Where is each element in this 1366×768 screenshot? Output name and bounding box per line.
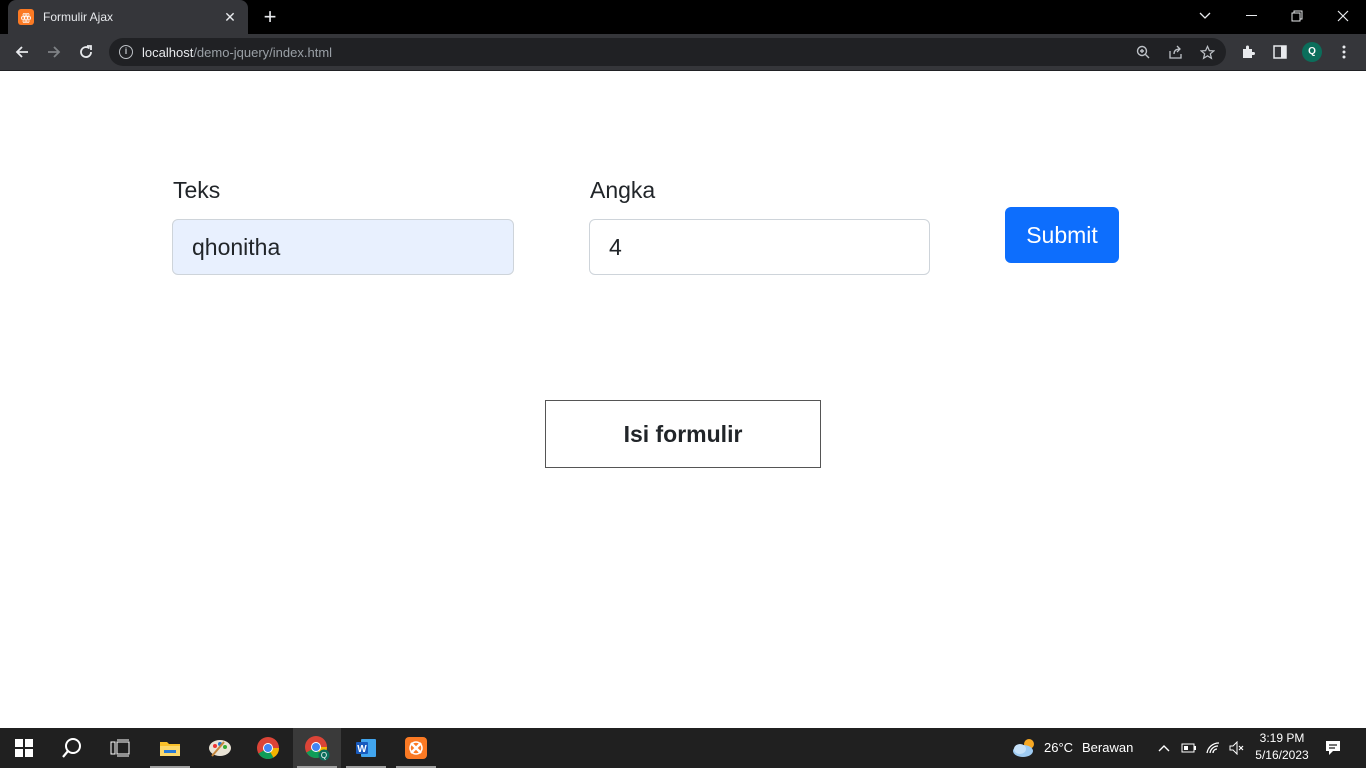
site-info-icon[interactable]: i bbox=[119, 45, 133, 59]
weather-description[interactable]: Berawan bbox=[1082, 740, 1133, 755]
menu-kebab-icon[interactable] bbox=[1334, 42, 1354, 62]
chrome-profile-icon[interactable]: Q bbox=[293, 728, 341, 768]
svg-text:W: W bbox=[357, 744, 367, 755]
tab-title: Formulir Ajax bbox=[43, 10, 114, 24]
search-icon[interactable] bbox=[48, 728, 96, 768]
close-tab-icon[interactable]: ✕ bbox=[222, 9, 238, 26]
minimize-button[interactable] bbox=[1228, 0, 1274, 32]
restore-button[interactable] bbox=[1274, 0, 1320, 32]
new-tab-button[interactable]: + bbox=[258, 6, 282, 28]
tab-search-icon[interactable] bbox=[1182, 0, 1228, 32]
bookmark-star-icon[interactable] bbox=[1199, 44, 1215, 60]
reload-button[interactable] bbox=[72, 38, 100, 66]
paint-icon[interactable] bbox=[196, 728, 244, 768]
xampp-icon: ꙮ bbox=[18, 9, 34, 25]
address-bar[interactable]: i localhost/demo-jquery/index.html bbox=[109, 38, 1226, 66]
volume-muted-icon[interactable] bbox=[1226, 728, 1248, 768]
svg-text:Q: Q bbox=[321, 751, 327, 760]
notification-icon[interactable] bbox=[1318, 728, 1348, 768]
number-input[interactable]: 4 bbox=[589, 219, 930, 275]
clock-date: 5/16/2023 bbox=[1255, 748, 1309, 762]
xampp-taskbar-icon[interactable] bbox=[392, 728, 440, 768]
clock-time: 3:19 PM bbox=[1259, 731, 1305, 745]
submit-button[interactable]: Submit bbox=[1005, 207, 1119, 263]
extensions-icon[interactable] bbox=[1238, 42, 1258, 62]
windows-taskbar: Q W 26°C Berawan 3:19 PM 5/16/2023 bbox=[0, 728, 1366, 768]
chrome-icon[interactable] bbox=[244, 728, 292, 768]
word-icon[interactable]: W bbox=[342, 728, 390, 768]
browser-tab-strip: ꙮ Formulir Ajax ✕ + bbox=[0, 0, 1366, 34]
profile-avatar[interactable]: Q bbox=[1302, 42, 1322, 62]
text-input[interactable]: qhonitha bbox=[172, 219, 514, 275]
url-path: /demo-jquery/index.html bbox=[193, 44, 333, 60]
browser-toolbar: i localhost/demo-jquery/index.html Q bbox=[0, 34, 1366, 71]
weather-cloud-icon[interactable] bbox=[1008, 728, 1040, 768]
start-button[interactable] bbox=[0, 728, 48, 768]
result-message: Isi formulir bbox=[545, 400, 821, 468]
page-content: Teks qhonitha Angka 4 Submit Isi formuli… bbox=[0, 71, 1366, 728]
weather-temperature[interactable]: 26°C bbox=[1044, 740, 1073, 755]
close-window-button[interactable] bbox=[1320, 0, 1366, 32]
battery-icon[interactable] bbox=[1178, 728, 1200, 768]
system-clock[interactable]: 3:19 PM 5/16/2023 bbox=[1252, 730, 1312, 764]
browser-tab[interactable]: ꙮ Formulir Ajax ✕ bbox=[8, 0, 248, 34]
zoom-icon[interactable] bbox=[1135, 44, 1151, 60]
url-host: localhost bbox=[142, 44, 194, 60]
task-view-icon[interactable] bbox=[96, 728, 144, 768]
share-icon[interactable] bbox=[1167, 44, 1183, 60]
back-button[interactable] bbox=[8, 38, 36, 66]
wifi-icon[interactable] bbox=[1202, 728, 1224, 768]
file-explorer-icon[interactable] bbox=[146, 728, 194, 768]
side-panel-icon[interactable] bbox=[1270, 42, 1290, 62]
chevron-up-icon[interactable] bbox=[1154, 728, 1174, 768]
number-label: Angka bbox=[590, 177, 656, 203]
forward-button[interactable] bbox=[40, 38, 68, 66]
text-label: Teks bbox=[173, 177, 221, 203]
